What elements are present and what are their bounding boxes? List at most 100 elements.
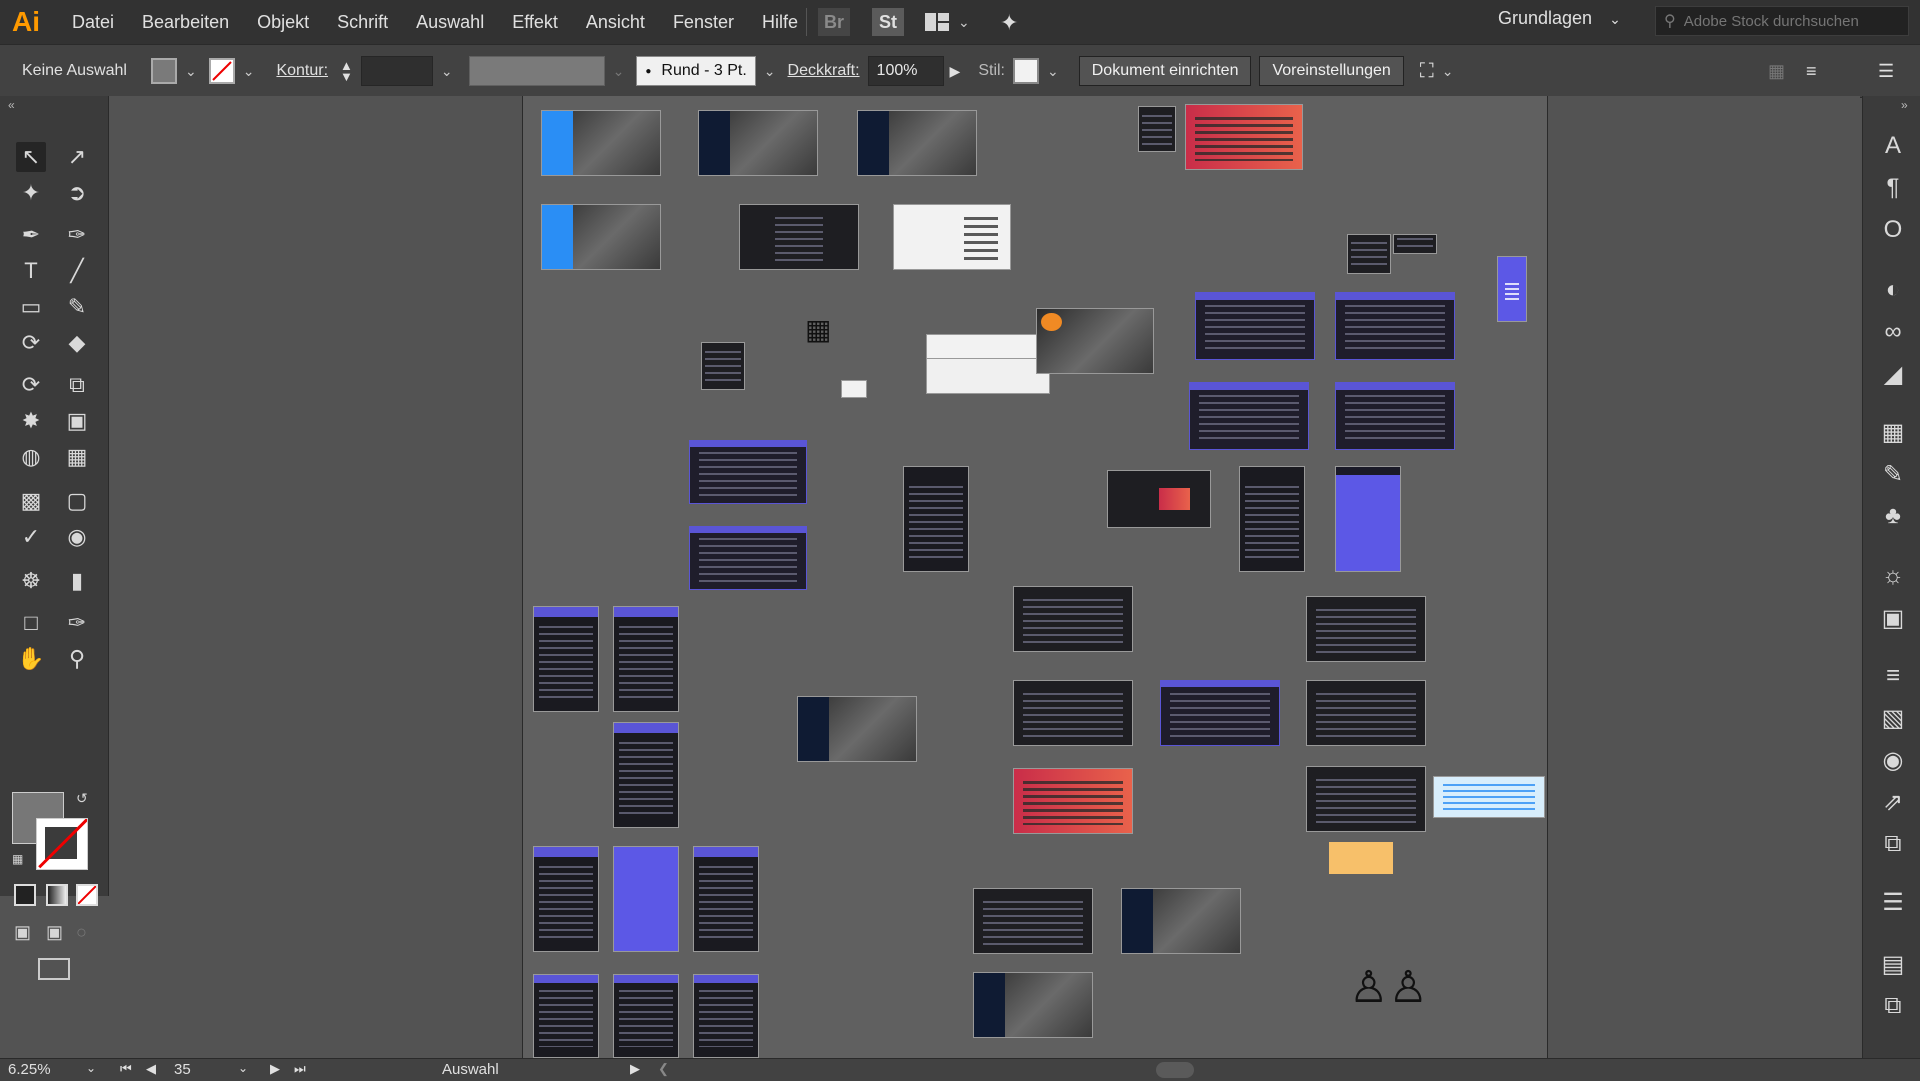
paintbrush-icon[interactable]: ✎: [62, 292, 92, 322]
screen-mode-icon[interactable]: [38, 958, 70, 980]
artboard-thumbnail[interactable]: [613, 846, 679, 952]
layers-icon[interactable]: ☰: [1879, 888, 1907, 916]
artboard-thumbnail[interactable]: [533, 974, 599, 1058]
arrange-documents-button[interactable]: ⌄: [924, 12, 978, 32]
variable-width-profile[interactable]: [468, 56, 605, 86]
curvature-tool-icon[interactable]: ✑: [62, 220, 92, 250]
artboard-thumbnail[interactable]: [903, 466, 969, 572]
artboard-area[interactable]: ▦ ♙♙: [522, 96, 1548, 1058]
chevron-right-icon[interactable]: ▶: [630, 1061, 640, 1077]
first-artboard-icon[interactable]: ⏮: [120, 1061, 132, 1077]
brushes-icon[interactable]: ✎: [1879, 460, 1907, 488]
artboard-thumbnail[interactable]: [1013, 680, 1133, 746]
artboard-thumbnail[interactable]: [1013, 586, 1133, 652]
scale-tool-icon[interactable]: ⧉: [62, 370, 92, 400]
stock-button[interactable]: St: [872, 8, 904, 36]
chevron-down-icon[interactable]: ⌄: [238, 1061, 248, 1075]
artboard-thumbnail[interactable]: [1335, 466, 1401, 572]
horizontal-scrollbar-thumb[interactable]: [1156, 1062, 1194, 1078]
shaper-tool-icon[interactable]: ⟳: [16, 328, 46, 358]
stroke-swatch[interactable]: [208, 58, 235, 84]
artboard-thumbnail[interactable]: [1335, 382, 1455, 450]
none-mode-icon[interactable]: [76, 884, 98, 906]
graphic-styles-icon[interactable]: ▣: [1879, 604, 1907, 632]
graph-tool-icon[interactable]: ▮: [62, 566, 92, 596]
artboard-thumbnail[interactable]: [693, 846, 759, 952]
hand-tool-icon[interactable]: ✋: [16, 644, 46, 674]
slice-tool-icon[interactable]: ✑: [62, 608, 92, 638]
creative-cloud-libraries-icon[interactable]: ∞: [1879, 318, 1907, 346]
artboard-thumbnail[interactable]: [1306, 680, 1426, 746]
illustration-thumbnail[interactable]: [1329, 842, 1393, 874]
stroke-label[interactable]: Kontur:: [276, 62, 328, 80]
logo-graphic-icon[interactable]: ▦: [805, 310, 833, 350]
fill-swatch[interactable]: [150, 58, 177, 84]
appearance-icon[interactable]: ☼: [1879, 562, 1907, 590]
color-guide-icon[interactable]: ◐: [1879, 276, 1907, 304]
transparency-icon[interactable]: ▧: [1879, 704, 1907, 732]
chevron-down-icon[interactable]: ⌄: [86, 1061, 96, 1075]
draw-normal-icon[interactable]: ▣: [14, 922, 31, 943]
artboard-thumbnail[interactable]: [1185, 104, 1303, 170]
character-icon[interactable]: A: [1879, 132, 1907, 160]
artboard-thumbnail[interactable]: [613, 606, 679, 712]
stroke-weight-field[interactable]: [360, 56, 433, 86]
opacity-label[interactable]: Deckkraft:: [788, 62, 860, 80]
artboard-thumbnail[interactable]: [973, 972, 1093, 1038]
blend-tool-icon[interactable]: ◉: [62, 522, 92, 552]
rotate-tool-icon[interactable]: ⟳: [16, 370, 46, 400]
warp-tool-icon[interactable]: ✸: [16, 406, 46, 436]
artboard-thumbnail[interactable]: [1497, 256, 1527, 322]
artboard-thumbnail[interactable]: [1433, 776, 1545, 818]
artboard-thumbnail[interactable]: [893, 204, 1011, 270]
search-input[interactable]: [1681, 11, 1886, 31]
rectangle-tool-icon[interactable]: ▭: [16, 292, 46, 322]
artboard-thumbnail[interactable]: [1335, 292, 1455, 360]
opentype-icon[interactable]: O: [1879, 216, 1907, 244]
swap-colors-icon[interactable]: ↺: [76, 790, 88, 807]
artboard-thumbnail[interactable]: [1347, 234, 1391, 274]
artboard-thumbnail[interactable]: [926, 334, 1050, 360]
chevron-down-icon[interactable]: ⌄: [441, 63, 453, 80]
menu-objekt[interactable]: Objekt: [243, 0, 323, 44]
collapse-icon[interactable]: «: [8, 98, 15, 112]
menu-auswahl[interactable]: Auswahl: [402, 0, 498, 44]
artboard-thumbnail[interactable]: [797, 696, 917, 762]
gradient-tool-icon[interactable]: ▢: [62, 486, 92, 516]
artboard-thumbnail[interactable]: [739, 204, 859, 270]
menu-fenster[interactable]: Fenster: [659, 0, 748, 44]
panel-menu-icon[interactable]: ☰: [1878, 61, 1894, 82]
symbols-icon[interactable]: ♣: [1879, 502, 1907, 530]
last-artboard-icon[interactable]: ⏭: [294, 1061, 306, 1077]
artboard-thumbnail[interactable]: [533, 606, 599, 712]
artboard-thumbnail[interactable]: [689, 526, 807, 590]
zoom-level[interactable]: 6.25%: [8, 1061, 51, 1078]
artboard-thumbnail[interactable]: [857, 110, 977, 176]
next-artboard-icon[interactable]: ▶: [270, 1061, 280, 1077]
magic-wand-icon[interactable]: ✦: [16, 178, 46, 208]
selection-tool-icon[interactable]: ↖: [16, 142, 46, 172]
artboard-thumbnail[interactable]: [1195, 292, 1315, 360]
chevron-down-icon[interactable]: ⌄: [243, 63, 255, 80]
artboard-thumbnail[interactable]: [613, 722, 679, 828]
artboard-tool-icon[interactable]: □: [16, 608, 46, 638]
artboard-thumbnail[interactable]: [541, 204, 661, 270]
gradient-panel-icon[interactable]: ◢: [1879, 360, 1907, 388]
color-icon[interactable]: ◉: [1879, 746, 1907, 774]
type-tool-icon[interactable]: T: [16, 256, 46, 286]
menu-schrift[interactable]: Schrift: [323, 0, 402, 44]
shape-builder-icon[interactable]: ◍: [16, 442, 46, 472]
artboard-thumbnail[interactable]: [1121, 888, 1241, 954]
stroke-icon[interactable]: ≡: [1879, 662, 1907, 690]
opacity-field[interactable]: 100%: [867, 56, 944, 86]
people-illustration-icon[interactable]: ♙♙: [1349, 962, 1428, 1013]
artboard-thumbnail[interactable]: [926, 358, 1050, 394]
chevron-down-icon[interactable]: ⌄: [1442, 63, 1454, 80]
menu-effekt[interactable]: Effekt: [498, 0, 572, 44]
stroke-stepper-icon[interactable]: ▲ ▼: [340, 59, 353, 83]
artboard-thumbnail[interactable]: [1306, 766, 1426, 832]
artboard-thumbnail[interactable]: [1393, 234, 1437, 254]
export-icon[interactable]: ⇗: [1879, 788, 1907, 816]
graphic-style-swatch[interactable]: [1013, 58, 1039, 84]
gradient-mode-icon[interactable]: [46, 884, 68, 906]
